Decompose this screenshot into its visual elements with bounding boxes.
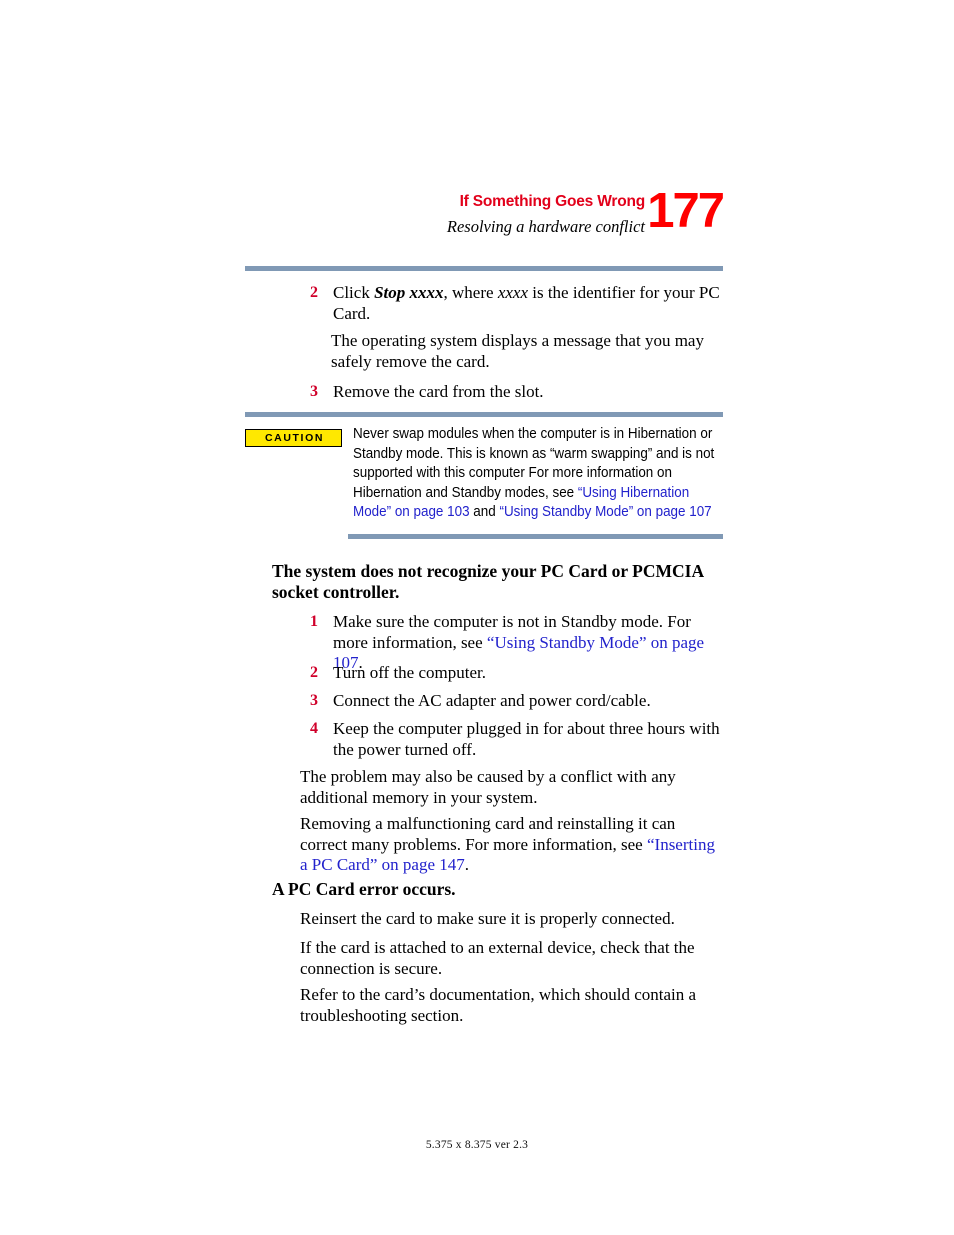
step-text: Remove the card from the slot. — [333, 382, 544, 401]
body-paragraph: The operating system displays a message … — [331, 331, 704, 371]
section-heading-pc-card: The system does not recognize your PC Ca… — [272, 561, 704, 602]
step-number: 2 — [310, 284, 318, 301]
horizontal-rule-caution-top — [245, 412, 723, 417]
chapter-title: If Something Goes Wrong — [459, 193, 646, 210]
body-paragraph: If the card is attached to an external d… — [300, 938, 695, 978]
caution-callout: CAUTION Never swap modules when the comp… — [245, 425, 723, 523]
step-text: Connect the AC adapter and power cord/ca… — [333, 691, 651, 710]
body-paragraph: The problem may also be caused by a conf… — [300, 767, 676, 807]
step-text: Click Stop xxxx, where xxxx is the ident… — [333, 283, 723, 324]
step-text: Turn off the computer. — [333, 663, 486, 682]
document-page: If Something Goes Wrong Resolving a hard… — [0, 0, 954, 1235]
step-text-mid: , where — [443, 283, 498, 302]
list-item: 4 Keep the computer plugged in for about… — [300, 719, 723, 760]
caution-link-standby[interactable]: “Using Standby Mode” on page 107 — [499, 504, 711, 520]
horizontal-rule-top — [245, 266, 723, 271]
list-item: 3 Remove the card from the slot. — [300, 382, 723, 403]
list-item: 2 Click Stop xxxx, where xxxx is the ide… — [300, 283, 723, 324]
page-footer: 5.375 x 8.375 ver 2.3 — [425, 1139, 529, 1151]
page-number: 177 — [647, 184, 725, 238]
step-text-emphasis: Stop xxxx — [374, 283, 444, 302]
caution-label: CAUTION — [245, 429, 342, 447]
horizontal-rule-caution-bottom — [348, 534, 723, 539]
paragraph-text-pre: Removing a malfunctioning card and reins… — [300, 814, 676, 854]
step-text-pre: Click — [333, 283, 375, 302]
paragraph-text-post: . — [464, 855, 470, 874]
section-heading-pc-card-error: A PC Card error occurs. — [272, 879, 456, 899]
step-text-italic: xxxx — [497, 283, 528, 302]
body-paragraph: Removing a malfunctioning card and reins… — [300, 814, 723, 876]
list-item: 3 Connect the AC adapter and power cord/… — [300, 691, 723, 712]
list-item: 2 Turn off the computer. — [300, 663, 723, 684]
step-number: 2 — [310, 664, 318, 681]
step-text: Keep the computer plugged in for about t… — [333, 719, 720, 759]
page-header: If Something Goes Wrong Resolving a hard… — [245, 184, 725, 254]
caution-text: Never swap modules when the computer is … — [353, 425, 724, 523]
section-title: Resolving a hardware conflict — [446, 217, 645, 236]
step-number: 1 — [310, 613, 318, 630]
header-title-group: If Something Goes Wrong Resolving a hard… — [447, 192, 645, 237]
body-paragraph: Reinsert the card to make sure it is pro… — [300, 909, 675, 928]
step-number: 3 — [310, 692, 318, 709]
step-number: 4 — [310, 720, 318, 737]
body-paragraph: Refer to the card’s documentation, which… — [300, 985, 697, 1025]
step-number: 3 — [310, 383, 318, 400]
caution-text-conjunction: and — [469, 504, 500, 520]
